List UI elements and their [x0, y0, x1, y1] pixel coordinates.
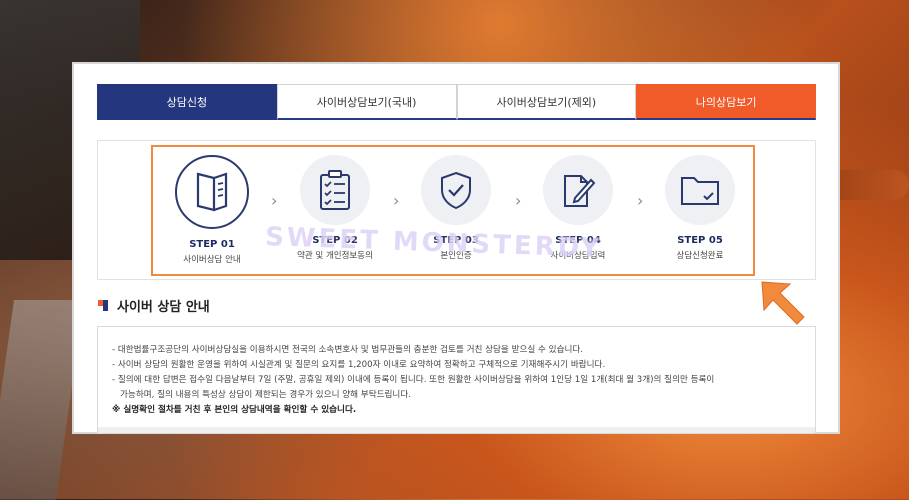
- step-desc: 사이버상담 안내: [183, 255, 241, 265]
- step-desc: 상담신청완료: [676, 251, 724, 261]
- step-5: STEP 05 상담신청완료: [645, 155, 755, 261]
- chevron-right-icon: ›: [637, 191, 644, 210]
- step-label: STEP 05: [677, 235, 723, 246]
- checklist-icon: [300, 155, 370, 225]
- info-note: ※ 실명확인 절차를 거친 후 본인의 상담내역을 확인할 수 있습니다.: [112, 405, 357, 415]
- info-line: - 질의에 대한 답변은 접수일 다음날부터 7일 (주말, 공휴일 제외) 이…: [112, 375, 715, 385]
- arrow-pointer-icon: [760, 280, 810, 330]
- folder-check-icon: [665, 155, 735, 225]
- book-icon: [175, 155, 249, 229]
- document-edit-icon: [543, 155, 613, 225]
- info-bottom-bar: [98, 427, 815, 433]
- info-line: - 대한법률구조공단의 사이버상담실을 이용하시면 전국의 소속변호사 및 법무…: [112, 345, 584, 355]
- info-line: - 사이버 상담의 원활한 운영을 위하여 시실관계 및 질문의 요지를 1,2…: [112, 360, 606, 370]
- chevron-right-icon: ›: [393, 191, 400, 210]
- section-title-text: 사이버 상담 안내: [117, 300, 210, 315]
- info-line: 가능하며, 질의 내용의 특성상 상담이 제한되는 경우가 있으니 양해 부탁드…: [120, 390, 411, 400]
- tab-cyber-excluded[interactable]: 사이버상담보기(제외): [456, 84, 637, 120]
- chevron-right-icon: ›: [515, 191, 522, 210]
- info-box: - 대한법률구조공단의 사이버상담실을 이용하시면 전국의 소속변호사 및 법무…: [97, 326, 816, 434]
- tab-cyber-domestic[interactable]: 사이버상담보기(국내): [276, 84, 457, 120]
- steps-container: STEP 01 사이버상담 안내 › STEP 02 약관 및 개인정보동의 ›…: [97, 140, 816, 280]
- tab-consult-apply[interactable]: 상담신청: [97, 84, 277, 120]
- shield-check-icon: [421, 155, 491, 225]
- step-1: STEP 01 사이버상담 안내: [157, 155, 267, 265]
- section-heading: 사이버 상담 안내: [98, 296, 210, 315]
- tab-bar: 상담신청 사이버상담보기(국내) 사이버상담보기(제외) 나의상담보기: [97, 84, 816, 122]
- chevron-right-icon: ›: [271, 191, 278, 210]
- step-label: STEP 01: [189, 239, 235, 250]
- tab-my-consult[interactable]: 나의상담보기: [636, 84, 816, 120]
- section-marker-icon: [98, 300, 109, 311]
